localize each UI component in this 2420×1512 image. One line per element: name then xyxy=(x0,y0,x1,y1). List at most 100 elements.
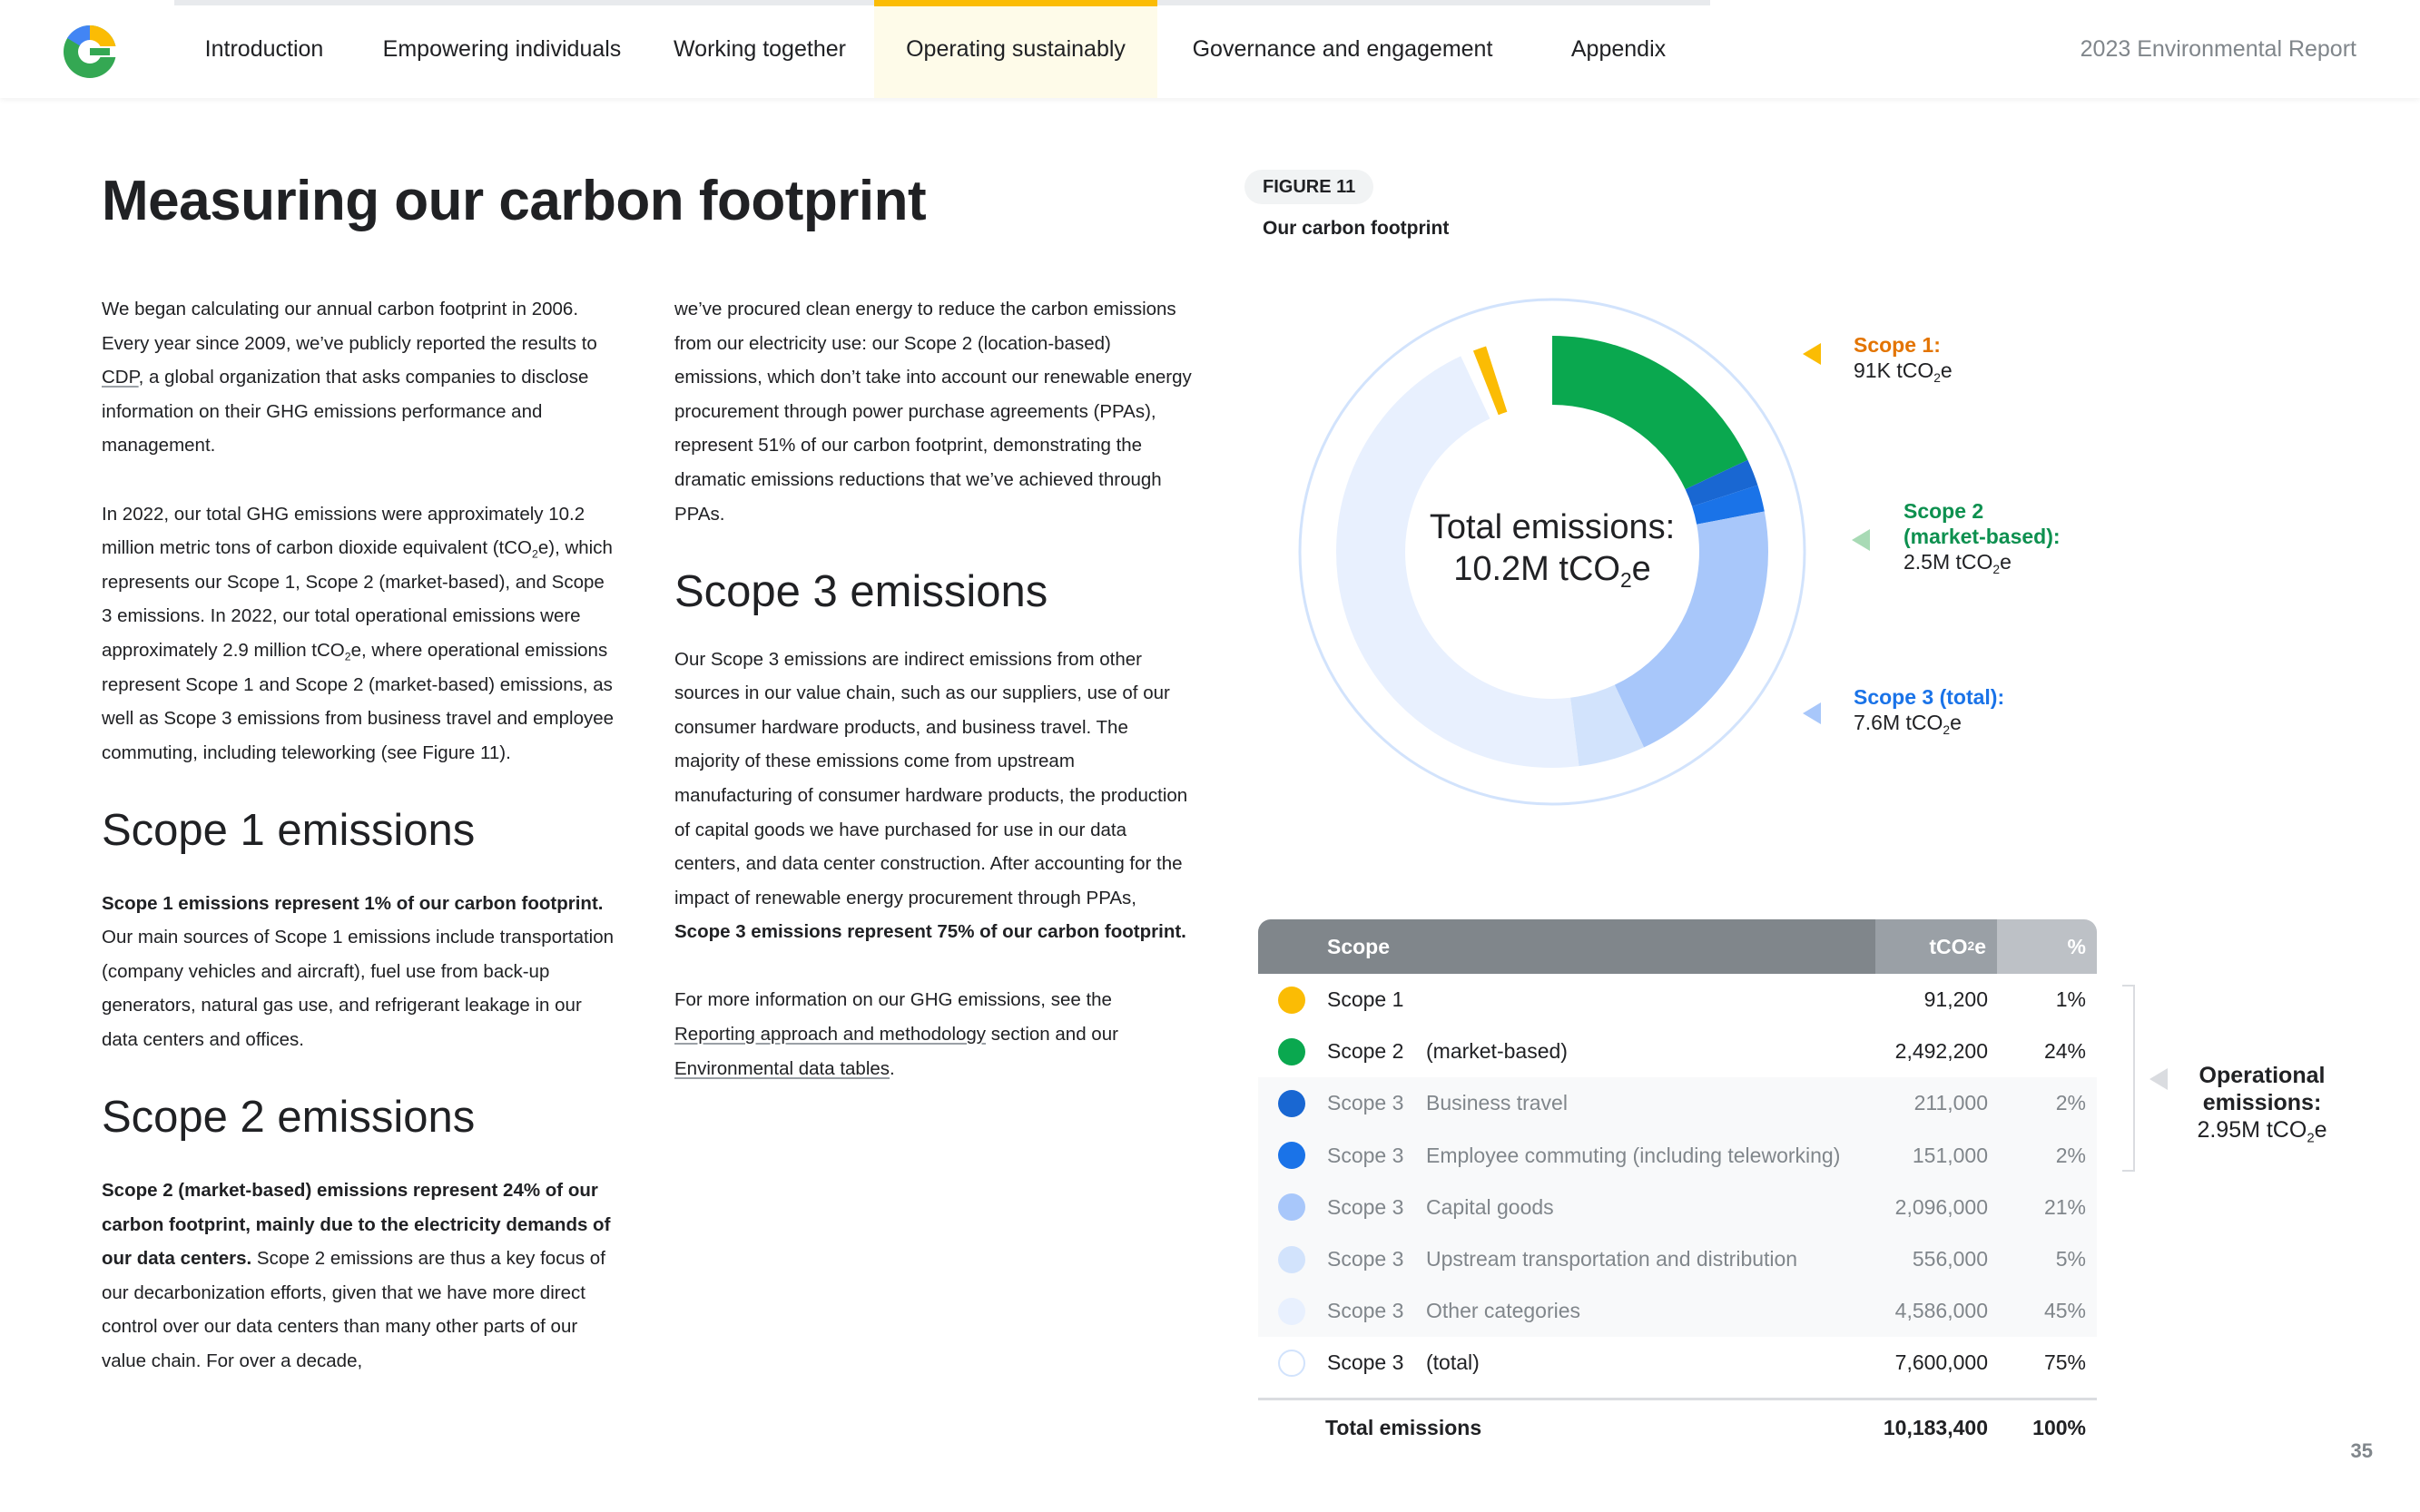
scope2-paragraph: Scope 2 (market-based) emissions represe… xyxy=(102,1173,619,1379)
row-scope: Scope 3 xyxy=(1327,1350,1404,1375)
table-row-scope3-total: Scope 3 (total) 7,600,000 75% xyxy=(1258,1337,2097,1389)
cdp-link[interactable]: CDP xyxy=(102,367,139,388)
business-travel-color-dot-icon xyxy=(1278,1089,1305,1117)
page-number: 35 xyxy=(2350,1439,2373,1462)
row-scope: Scope 3 xyxy=(1327,1194,1404,1219)
scope2-color-dot-icon xyxy=(1278,1037,1305,1065)
scope1-callout-value: 91K tCO2e xyxy=(1854,358,1953,385)
scope2-continued-paragraph: we’ve procured clean energy to reduce th… xyxy=(674,299,1192,525)
row-value: 556,000 xyxy=(1912,1247,1988,1271)
scope3-total-color-dot-icon xyxy=(1278,1349,1305,1377)
figure-tag: FIGURE 11 xyxy=(1244,170,1374,204)
table-row-scope1: Scope 1 91,200 1% xyxy=(1258,974,2097,1026)
row-value: 4,586,000 xyxy=(1894,1299,1988,1323)
environmental-data-tables-link[interactable]: Environmental data tables xyxy=(674,1058,890,1079)
intro-p1-text-b: , a global organization that asks compan… xyxy=(102,367,589,457)
other-categories-color-dot-icon xyxy=(1278,1297,1305,1325)
total-emissions-label: Total emissions: xyxy=(1429,508,1676,546)
table-body: Scope 1 91,200 1% Scope 2 (market-based)… xyxy=(1258,974,2097,1389)
row-scope: Scope 3 xyxy=(1327,1143,1404,1167)
scope1-callout: Scope 1: 91K tCO2e xyxy=(1854,332,1953,385)
table-row-business-travel: Scope 3 Business travel 211,000 2% xyxy=(1258,1077,2097,1130)
row-percent: 1% xyxy=(2055,987,2086,1012)
capital-goods-color-dot-icon xyxy=(1278,1193,1305,1222)
upstream-transportation-color-dot-icon xyxy=(1278,1245,1305,1273)
row-scope: Scope 2 xyxy=(1327,1039,1404,1064)
text-column-right: we’ve procured clean energy to reduce th… xyxy=(674,292,1192,1120)
scope1-color-dot-icon xyxy=(1278,986,1305,1014)
tab-governance-and-engagement[interactable]: Governance and engagement xyxy=(1162,0,1523,98)
operational-label-a: Operational xyxy=(2199,1063,2326,1088)
scope3-callout-value: 7.6M tCO2e xyxy=(1854,710,2004,737)
row-scope: Scope 3 xyxy=(1327,1091,1404,1115)
row-percent: 21% xyxy=(2043,1194,2086,1219)
operational-value-e: e xyxy=(2314,1117,2327,1143)
google-logo[interactable] xyxy=(60,20,120,80)
co2-subscript: 2 xyxy=(1992,562,2001,576)
header-tco2e-text: tCO xyxy=(1929,934,1968,958)
tab-empowering-individuals[interactable]: Empowering individuals xyxy=(359,0,645,98)
co2-subscript: 2 xyxy=(2307,1130,2315,1146)
scope3-heading: Scope 3 emissions xyxy=(674,566,1048,616)
reporting-approach-link[interactable]: Reporting approach and methodology xyxy=(674,1024,986,1045)
scope1-text: Our main sources of Scope 1 emissions in… xyxy=(102,927,615,1051)
tab-working-together[interactable]: Working together xyxy=(650,0,870,98)
row-subcategory: Business travel xyxy=(1426,1091,1568,1115)
scope2-pointer-icon xyxy=(1852,529,1870,551)
total-percent: 100% xyxy=(2032,1416,2086,1440)
figure-title: Our carbon footprint xyxy=(1263,218,1450,239)
total-divider xyxy=(1258,1398,2097,1400)
scope1-bold-text: Scope 1 emissions represent 1% of our ca… xyxy=(102,892,604,914)
more-info-text-a: For more information on our GHG emission… xyxy=(674,989,1112,1011)
total-value: 10,183,400 xyxy=(1883,1416,1988,1440)
row-subcategory: (market-based) xyxy=(1426,1039,1568,1064)
row-percent: 24% xyxy=(2043,1039,2086,1064)
row-value: 7,600,000 xyxy=(1894,1350,1988,1375)
table-header: Scope tCO 2 e % xyxy=(1258,919,2097,974)
row-scope: Scope 1 xyxy=(1327,987,1404,1012)
total-value-text: 10.2M tCO xyxy=(1453,550,1620,588)
row-subcategory: (total) xyxy=(1426,1350,1480,1375)
scope2-callout-value: 2.5M tCO2e xyxy=(1904,549,2061,576)
operational-value-text: 2.95M tCO xyxy=(2197,1117,2307,1143)
scope2-value-text: 2.5M tCO xyxy=(1904,550,1993,574)
scope1-paragraph: Scope 1 emissions represent 1% of our ca… xyxy=(102,887,619,1057)
header-percent: % xyxy=(1997,919,2097,974)
total-value-unit-e: e xyxy=(1631,550,1651,588)
row-scope: Scope 3 xyxy=(1327,1247,1404,1271)
table-row-scope2: Scope 2 (market-based) 2,492,200 24% xyxy=(1258,1026,2097,1077)
tab-appendix[interactable]: Appendix xyxy=(1528,0,1709,98)
co2-subscript: 2 xyxy=(1933,370,1941,385)
scope1-pointer-icon xyxy=(1803,343,1821,365)
operational-bracket xyxy=(2122,985,2135,1172)
row-subcategory: Other categories xyxy=(1426,1299,1581,1323)
scope2-callout: Scope 2 (market-based): 2.5M tCO2e xyxy=(1904,498,2061,576)
table-row-other-categories: Scope 3 Other categories 4,586,000 45% xyxy=(1258,1285,2097,1338)
header-tco2e: tCO 2 e xyxy=(1875,919,1997,974)
report-name: 2023 Environmental Report xyxy=(2080,35,2356,62)
text-column-left: We began calculating our annual carbon f… xyxy=(102,292,619,1412)
scope2-callout-label-b: (market-based): xyxy=(1904,525,2061,548)
row-percent: 2% xyxy=(2055,1143,2086,1167)
header-tco2e-e: e xyxy=(1974,934,1986,958)
row-percent: 75% xyxy=(2043,1350,2086,1375)
more-info-text-c: . xyxy=(890,1057,895,1079)
row-value: 151,000 xyxy=(1912,1143,1988,1167)
row-percent: 2% xyxy=(2055,1091,2086,1115)
tab-introduction[interactable]: Introduction xyxy=(174,0,354,98)
row-percent: 45% xyxy=(2043,1299,2086,1323)
operational-value: 2.95M tCO2e xyxy=(2171,1116,2353,1144)
header-scope: Scope xyxy=(1258,919,1875,974)
scope3-text: Our Scope 3 emissions are indirect emiss… xyxy=(674,648,1188,908)
co2-subscript: 2 xyxy=(1943,722,1951,737)
top-navigation: Introduction Empowering individuals Work… xyxy=(0,0,2420,98)
scope3-pointer-icon xyxy=(1803,702,1821,724)
scope3-paragraph: Our Scope 3 emissions are indirect emiss… xyxy=(674,643,1192,949)
intro-p1-text-a: We began calculating our annual carbon f… xyxy=(102,299,597,354)
total-emissions-value: 10.2M tCO2e xyxy=(1371,548,1734,590)
tab-operating-sustainably[interactable]: Operating sustainably xyxy=(874,0,1157,98)
scope1-heading: Scope 1 emissions xyxy=(102,805,476,855)
scope3-value-text: 7.6M tCO xyxy=(1854,711,1943,734)
row-subcategory: Upstream transportation and distribution xyxy=(1426,1247,1798,1271)
more-info-text-b: section and our xyxy=(986,1024,1118,1046)
